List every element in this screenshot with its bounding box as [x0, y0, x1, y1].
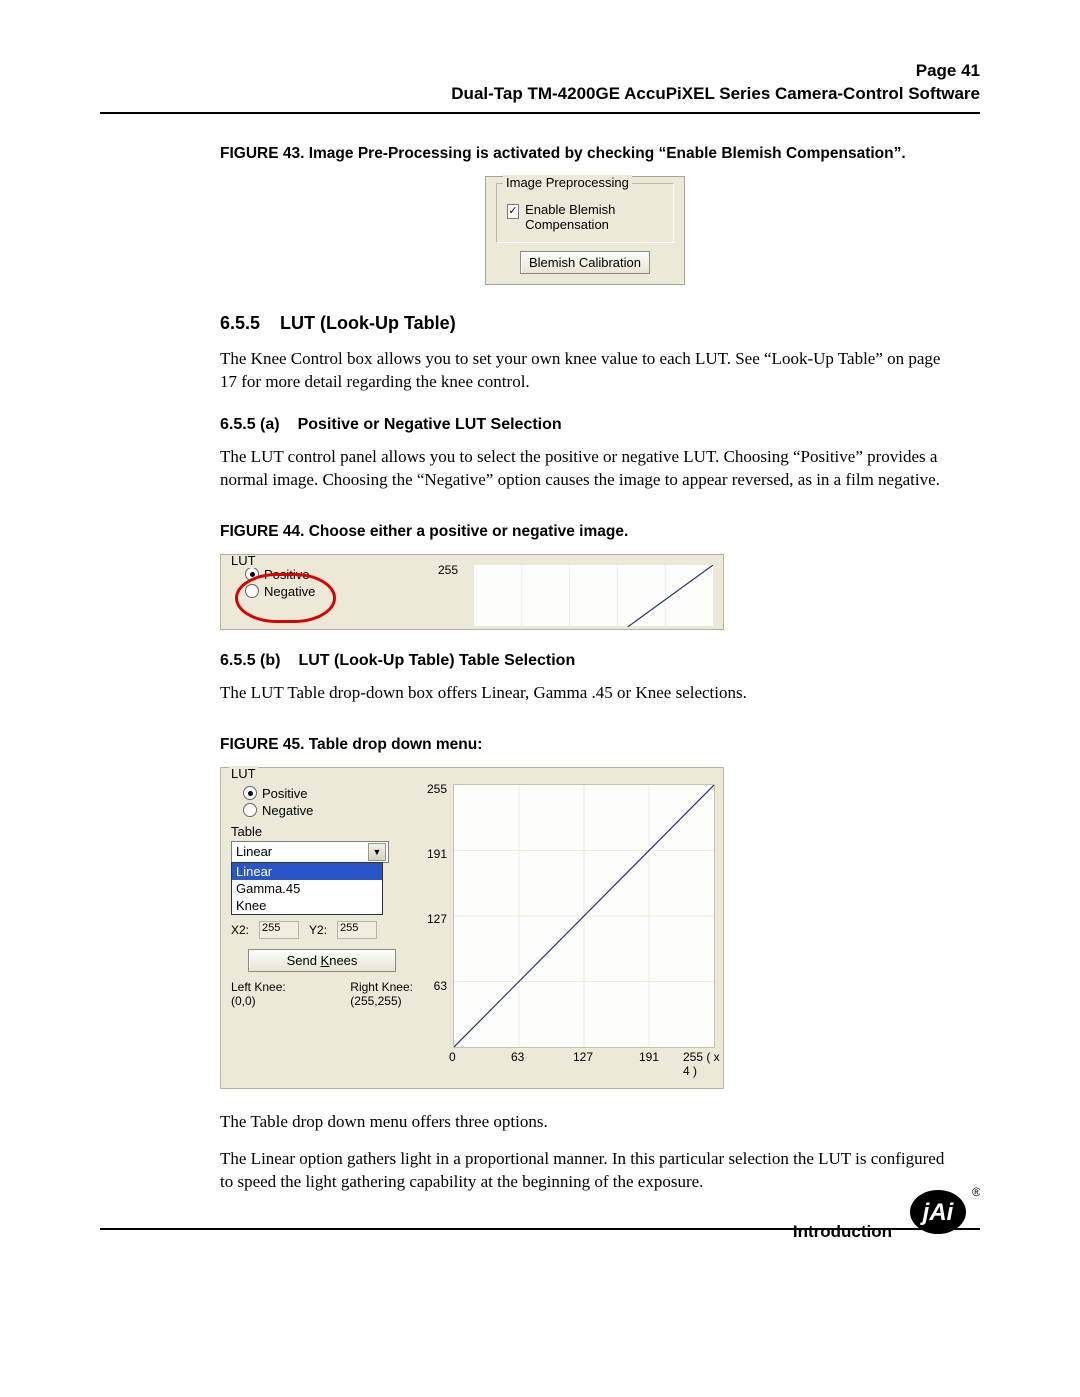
lut-chart-svg	[454, 785, 714, 1047]
section-655-title: LUT (Look-Up Table)	[280, 313, 456, 333]
tail-p1: The Table drop down menu offers three op…	[220, 1111, 950, 1134]
jai-logo: jAi ®	[906, 1182, 980, 1236]
xtick-0: 0	[449, 1050, 456, 1064]
lut-chart-area	[453, 784, 715, 1048]
left-knee-value: (0,0)	[231, 994, 286, 1008]
page-number: Page 41	[100, 60, 980, 83]
section-655b-num: 6.5.5 (b)	[220, 652, 280, 669]
ytick-191: 191	[427, 847, 447, 861]
section-655b-head: 6.5.5 (b) LUT (Look-Up Table) Table Selec…	[220, 652, 950, 670]
chart-yaxis-labels: 255 191 127 63	[421, 782, 451, 1052]
image-preprocessing-panel: Image Preprocessing ✓ Enable Blemish Com…	[485, 176, 685, 285]
lut-negative-radio-45[interactable]	[243, 803, 257, 817]
section-655b-body: The LUT Table drop-down box offers Linea…	[220, 682, 950, 705]
enable-blemish-label: Enable Blemish Compensation	[525, 202, 663, 232]
xtick-191: 191	[639, 1050, 659, 1064]
lut-positive-label-44: Positive	[264, 567, 310, 582]
lut-negative-label-45: Negative	[262, 803, 313, 818]
svg-text:®: ®	[972, 1185, 980, 1199]
ytick-127: 127	[427, 912, 447, 926]
y2-label: Y2:	[309, 923, 327, 937]
lut-legend-44: LUT	[229, 554, 258, 568]
lut-positive-label-45: Positive	[262, 786, 308, 801]
section-655-body: The Knee Control box allows you to set y…	[220, 348, 950, 394]
lut-legend-45: LUT	[229, 766, 258, 781]
section-655-head: 6.5.5 LUT (Look-Up Table)	[220, 313, 950, 334]
table-label: Table	[231, 824, 413, 839]
section-655a-head: 6.5.5 (a) Positive or Negative LUT Select…	[220, 416, 950, 434]
lut-table-option-gamma45[interactable]: Gamma.45	[232, 880, 382, 897]
x2-label: X2:	[231, 923, 249, 937]
lut-table-dropdown[interactable]: Linear ▼	[231, 841, 389, 863]
section-655a-body: The LUT control panel allows you to sele…	[220, 446, 950, 492]
image-preprocessing-legend: Image Preprocessing	[503, 175, 632, 190]
fig44-chart-area	[460, 555, 723, 629]
lut-negative-radio-44[interactable]	[245, 584, 259, 598]
svg-text:jAi: jAi	[920, 1199, 955, 1226]
lut-table-dropdown-value: Linear	[236, 844, 272, 859]
ytick-63: 63	[434, 979, 447, 993]
x2-input[interactable]: 255	[259, 921, 299, 939]
lut-table-option-linear[interactable]: Linear	[232, 863, 382, 880]
figure44-caption: FIGURE 44. Choose either a positive or n…	[220, 522, 950, 542]
right-knee-label: Right Knee:	[350, 980, 413, 994]
footer-section-label: Introduction	[793, 1222, 892, 1242]
fig44-ylabel: 255	[438, 563, 458, 577]
image-preprocessing-group: Image Preprocessing ✓ Enable Blemish Com…	[496, 183, 674, 243]
figure45-caption: FIGURE 45. Table drop down menu:	[220, 735, 950, 755]
send-knees-button[interactable]: Send Knees	[248, 949, 396, 972]
header-rule	[100, 112, 980, 114]
xtick-127: 127	[573, 1050, 593, 1064]
section-655b-title: LUT (Look-Up Table) Table Selection	[298, 652, 575, 669]
enable-blemish-checkbox[interactable]: ✓	[507, 204, 519, 219]
left-knee-label: Left Knee:	[231, 980, 286, 994]
blemish-calibration-button[interactable]: Blemish Calibration	[520, 251, 650, 274]
section-655a-title: Positive or Negative LUT Selection	[298, 416, 562, 433]
lut-positive-radio-44[interactable]	[245, 567, 259, 581]
right-knee-value: (255,255)	[350, 994, 413, 1008]
y2-input[interactable]: 255	[337, 921, 377, 939]
section-655a-num: 6.5.5 (a)	[220, 416, 280, 433]
ytick-255: 255	[427, 782, 447, 796]
chevron-down-icon: ▼	[368, 843, 386, 861]
figure43-caption: FIGURE 43. Image Pre-Processing is activ…	[220, 144, 950, 164]
fig44-chart-svg	[474, 565, 713, 627]
section-655-num: 6.5.5	[220, 313, 260, 333]
lut-table-option-knee[interactable]: Knee	[232, 897, 382, 914]
doc-title: Dual-Tap TM-4200GE AccuPiXEL Series Came…	[100, 83, 980, 106]
lut-table-dropdown-list: Linear Gamma.45 Knee	[231, 862, 383, 915]
xtick-63: 63	[511, 1050, 524, 1064]
lut-positive-radio-45[interactable]	[243, 786, 257, 800]
figure45-panel: LUT Positive Negative Table Linear ▼ Lin…	[220, 767, 724, 1089]
lut-negative-label-44: Negative	[264, 584, 315, 599]
figure44-panel: LUT Positive Negative 255	[220, 554, 724, 630]
xtick-255: 255 ( x 4 )	[683, 1050, 723, 1078]
